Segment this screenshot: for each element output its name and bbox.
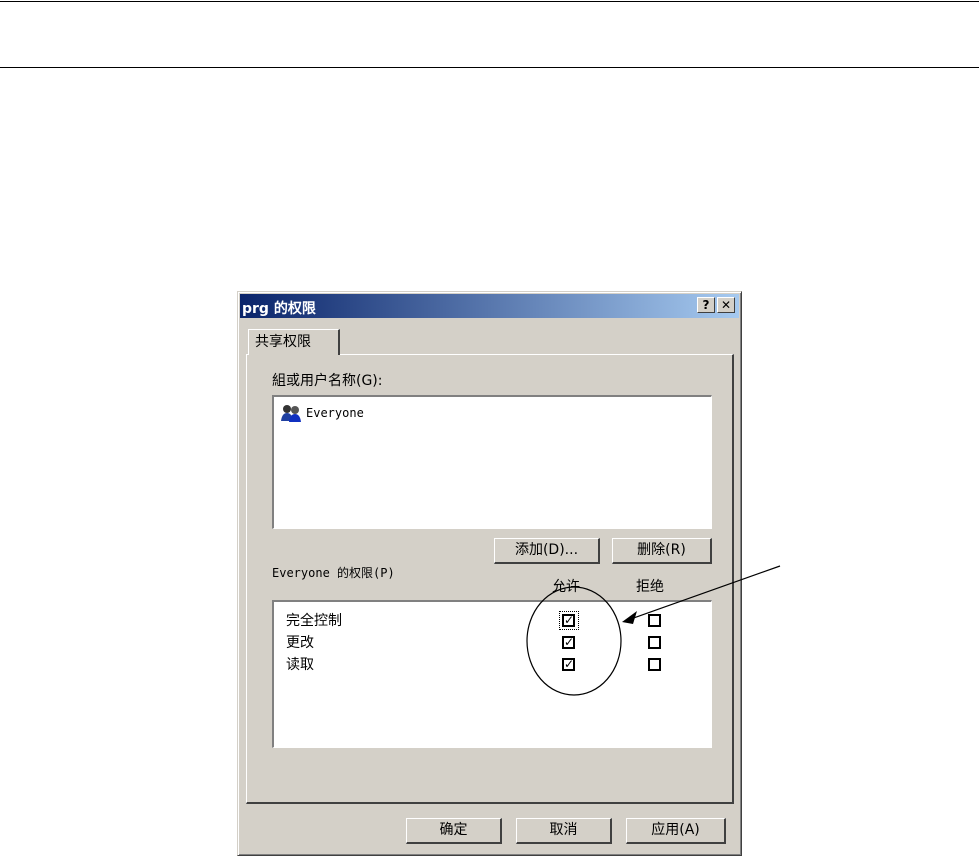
allow-full-control-checkbox[interactable]: ✓ [562,614,575,627]
permissions-dialog: prg 的权限 ? ✕ 共享权限 組或用户名称(G): Everyone 添加(… [237,291,742,856]
permission-read: 读取 [286,657,314,673]
top-rule [0,1,979,2]
close-button[interactable]: ✕ [717,297,735,313]
ok-button[interactable]: 确定 [406,818,502,844]
user-list[interactable]: Everyone [272,395,712,529]
deny-full-control-checkbox[interactable] [648,614,661,627]
groups-label: 組或用户名称(G): [272,373,383,389]
deny-change-checkbox[interactable] [648,636,661,649]
dialog-title: prg 的权限 [242,301,316,317]
add-button[interactable]: 添加(D)... [494,538,600,564]
permission-change: 更改 [286,635,314,651]
allow-change-checkbox[interactable]: ✓ [562,636,575,649]
help-button[interactable]: ? [697,297,715,313]
remove-button[interactable]: 删除(R) [612,538,712,564]
deny-read-checkbox[interactable] [648,658,661,671]
title-bar[interactable]: prg 的权限 ? ✕ [240,294,739,318]
header-rule [0,67,979,68]
user-group-icon [281,405,301,422]
deny-column-header: 拒绝 [636,579,664,595]
allow-column-header: 允许 [552,579,580,595]
permissions-label: Everyone 的权限(P) [272,566,395,580]
permission-full-control: 完全控制 [286,613,342,629]
cancel-button[interactable]: 取消 [516,818,612,844]
user-name: Everyone [306,406,364,420]
permissions-list: 完全控制 更改 读取 ✓ ✓ ✓ [272,600,712,748]
list-item[interactable]: Everyone [280,403,364,423]
allow-read-checkbox[interactable]: ✓ [562,658,575,671]
tab-share-permissions[interactable]: 共享权限 [248,329,340,355]
apply-button[interactable]: 应用(A) [626,818,726,844]
